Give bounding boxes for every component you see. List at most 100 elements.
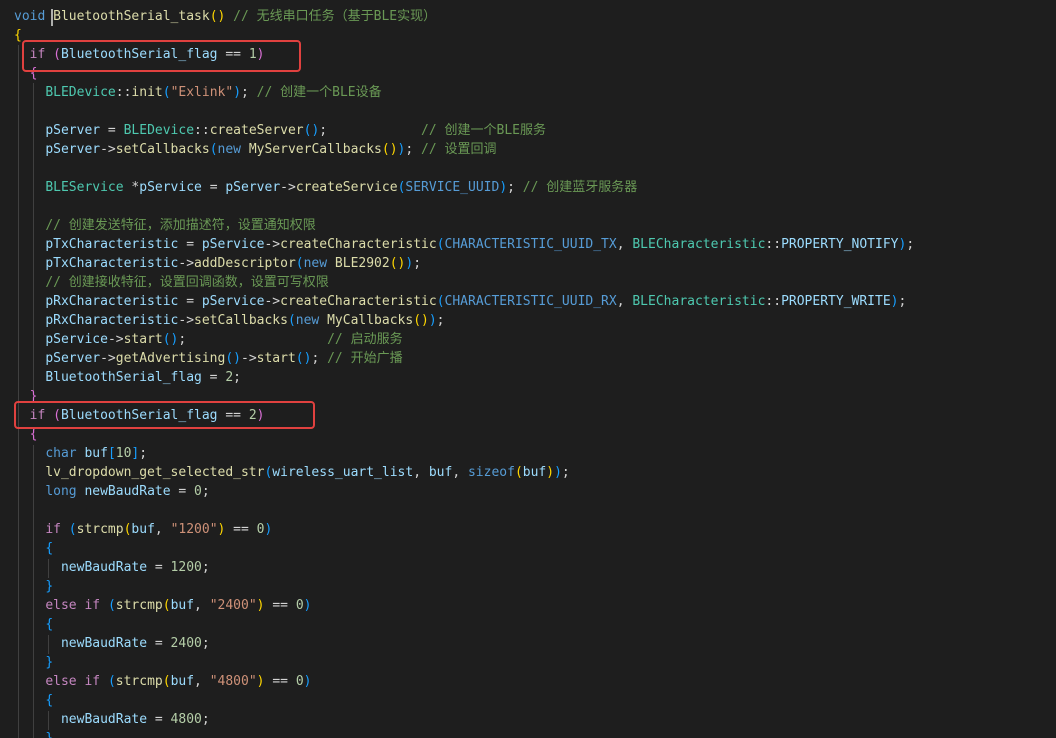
code-line[interactable]: pServer->setCallbacks(new MyServerCallba… [14, 140, 1056, 159]
code-line[interactable]: pTxCharacteristic = pService->createChar… [14, 235, 1056, 254]
code-token: PROPERTY_NOTIFY [781, 237, 899, 252]
code-line[interactable]: } [14, 729, 1056, 738]
code-token: BluetoothSerial_task [53, 9, 210, 24]
code-token: // 创建蓝牙服务器 [522, 180, 638, 195]
code-token: createService [295, 180, 398, 195]
code-token: ; [561, 465, 570, 480]
code-line[interactable]: // 创建接收特征，设置回调函数，设置可写权限 [14, 273, 1056, 292]
code-token: buf [428, 465, 453, 480]
code-line[interactable]: { [14, 691, 1056, 710]
code-line[interactable]: else if (strcmp(buf, "4800") == 0) [14, 672, 1056, 691]
code-line[interactable] [14, 501, 1056, 520]
code-token: -> [100, 351, 116, 366]
code-token: setCallbacks [194, 313, 288, 328]
code-line[interactable]: BLEService *pService = pServer->createSe… [14, 178, 1056, 197]
code-token: , [452, 465, 468, 480]
code-token: "4800" [209, 674, 257, 689]
code-line[interactable]: BLEDevice::init("Exlink"); // 创建一个BLE设备 [14, 83, 1056, 102]
code-token: ( [209, 142, 218, 157]
code-token: if [45, 522, 61, 537]
code-token: ( [287, 313, 296, 328]
code-token: pServer [45, 142, 101, 157]
code-token: * [123, 180, 140, 195]
code-lines[interactable]: void BluetoothSerial_task() // 无线串口任务（基于… [14, 7, 1056, 738]
code-line[interactable]: BluetoothSerial_flag = 2; [14, 368, 1056, 387]
code-token: else [45, 598, 77, 613]
code-line[interactable]: pServer = BLEDevice::createServer(); // … [14, 121, 1056, 140]
code-line[interactable]: } [14, 653, 1056, 672]
code-token: = [147, 560, 171, 575]
code-line[interactable]: newBaudRate = 1200; [14, 558, 1056, 577]
code-line[interactable]: pRxCharacteristic = pService->createChar… [14, 292, 1056, 311]
code-token: BLE2902 [334, 256, 390, 271]
code-token: pRxCharacteristic [45, 313, 179, 328]
code-token: CHARACTERISTIC_UUID_RX [444, 294, 617, 309]
code-token: newBaudRate [60, 560, 148, 575]
code-line[interactable]: { [14, 539, 1056, 558]
code-token: // 创建一个BLE设备 [256, 85, 382, 100]
code-line[interactable]: pRxCharacteristic->setCallbacks(new MyCa… [14, 311, 1056, 330]
code-line[interactable]: // 创建发送特征，添加描述符，设置通知权限 [14, 216, 1056, 235]
code-token: { [29, 427, 38, 442]
code-token: } [45, 655, 54, 670]
code-token: buf [84, 446, 108, 461]
code-token: ) [303, 598, 312, 613]
code-token: "Exlink" [170, 85, 234, 100]
code-token: = [147, 712, 171, 727]
code-token: 2400 [170, 636, 202, 651]
code-line[interactable]: newBaudRate = 4800; [14, 710, 1056, 729]
code-line[interactable] [14, 159, 1056, 178]
code-token: MyServerCallbacks [248, 142, 382, 157]
code-token: ( [162, 598, 171, 613]
code-line[interactable]: char buf[10]; [14, 444, 1056, 463]
code-line[interactable]: } [14, 577, 1056, 596]
code-line[interactable]: long newBaudRate = 0; [14, 482, 1056, 501]
code-line[interactable] [14, 102, 1056, 121]
code-token: ; [906, 237, 915, 252]
code-token: else [45, 674, 77, 689]
code-token: ) [546, 465, 555, 480]
code-line[interactable]: lv_dropdown_get_selected_str (wireless_ua… [14, 463, 1056, 482]
code-line[interactable] [14, 197, 1056, 216]
code-editor[interactable]: void BluetoothSerial_task() // 无线串口任务（基于… [0, 0, 1056, 738]
code-token: :: [194, 123, 210, 138]
code-token: ; [898, 294, 907, 309]
code-line[interactable]: pTxCharacteristic->addDescriptor(new BLE… [14, 254, 1056, 273]
code-token: -> [241, 351, 257, 366]
code-token: ) [554, 465, 562, 480]
code-line[interactable]: else if (strcmp(buf, "2400") == 0) [14, 596, 1056, 615]
code-line[interactable]: if (strcmp(buf, "1200") == 0) [14, 520, 1056, 539]
code-line[interactable]: pService->start(); // 启动服务 [14, 330, 1056, 349]
code-token: = [178, 294, 202, 309]
code-token: -> [100, 142, 116, 157]
code-line[interactable]: void BluetoothSerial_task() // 无线串口任务（基于… [14, 7, 1056, 26]
code-token: 10 [115, 446, 132, 461]
code-token: 0 [256, 522, 265, 537]
code-line[interactable]: { [14, 615, 1056, 634]
code-token: if [84, 674, 101, 689]
code-token: char [45, 446, 77, 461]
code-line[interactable]: pServer->getAdvertising()->start(); // 开… [14, 349, 1056, 368]
code-token: -> [178, 313, 195, 328]
code-token: BLECharacteristic [632, 237, 766, 252]
code-token: newBaudRate [84, 484, 171, 499]
code-token: getAdvertising [115, 351, 226, 366]
code-line[interactable]: newBaudRate = 2400; [14, 634, 1056, 653]
code-token: ( [107, 674, 116, 689]
code-token: BLECharacteristic [632, 294, 766, 309]
